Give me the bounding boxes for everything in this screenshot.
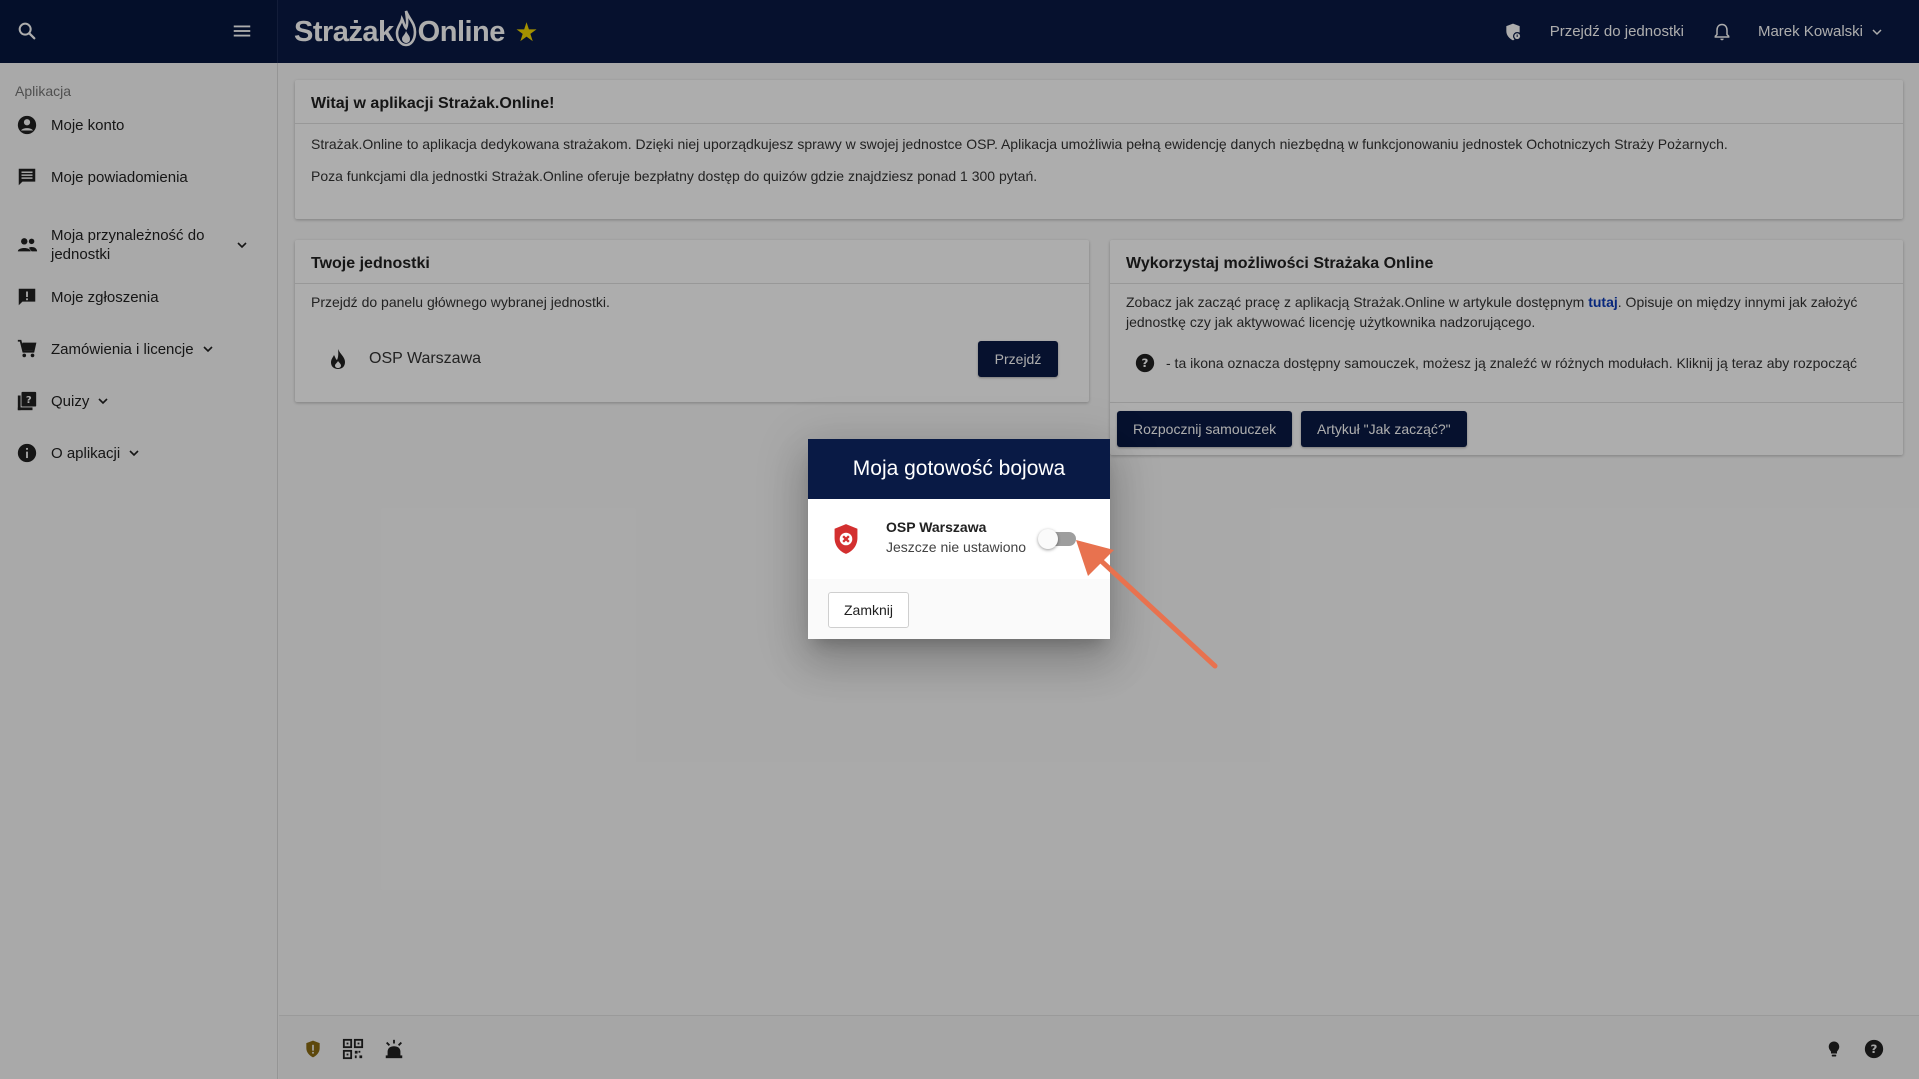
dialog-unit-name: OSP Warszawa — [886, 519, 987, 535]
annotation-arrow-icon — [1076, 540, 1218, 669]
dialog-unit-row: OSP Warszawa Jeszcze nie ustawiono — [808, 499, 1110, 579]
dialog-title: Moja gotowość bojowa — [808, 439, 1110, 499]
close-button[interactable]: Zamknij — [828, 592, 910, 628]
shield-error-icon — [832, 523, 860, 555]
readiness-dialog: Moja gotowość bojowa OSP Warszawa Jeszcz… — [808, 439, 1110, 639]
toggle-knob — [1038, 529, 1058, 549]
dialog-status: Jeszcze nie ustawiono — [886, 539, 1027, 555]
